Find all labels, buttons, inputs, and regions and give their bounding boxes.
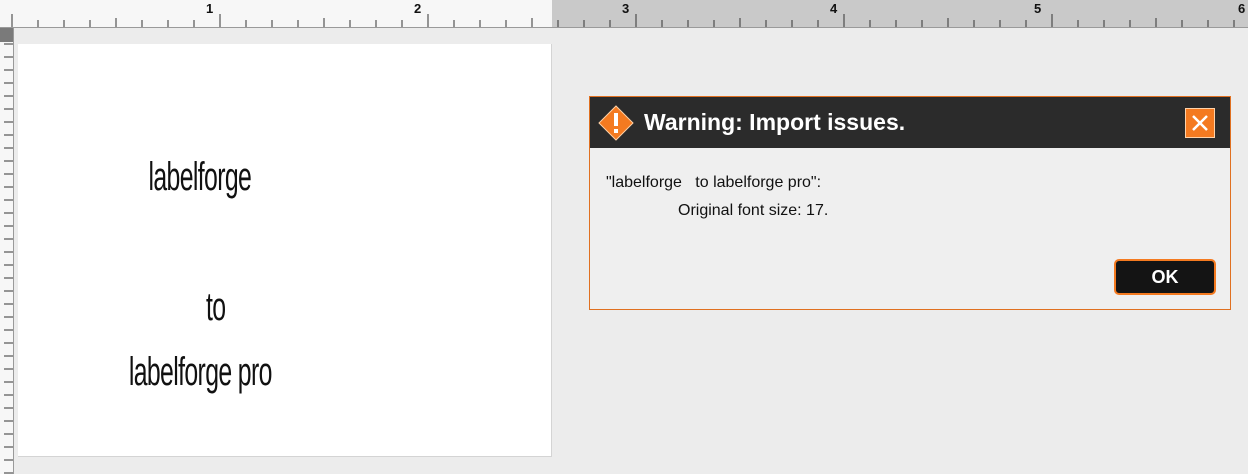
close-icon: [1192, 115, 1208, 131]
label-canvas[interactable]: labelforge to labelforge pro: [18, 44, 552, 457]
ruler-label-4: 4: [830, 1, 838, 16]
import-warning-dialog: Warning: Import issues. "labelforge to l…: [589, 96, 1231, 310]
horizontal-ruler[interactable]: 1 2 3 4 5 6: [0, 0, 1248, 28]
vertical-ruler-ticks: [4, 43, 13, 474]
dialog-message-line-2: Original font size: 17.: [678, 202, 829, 219]
dialog-message-line-1: "labelforge to labelforge pro":: [606, 174, 822, 191]
ruler-label-5: 5: [1034, 1, 1042, 16]
ruler-label-6: 6: [1238, 1, 1246, 16]
vertical-ruler[interactable]: [0, 28, 14, 474]
label-text-line-1[interactable]: labelforge: [148, 155, 251, 200]
label-text-line-2[interactable]: to: [206, 285, 226, 330]
dialog-title: Warning: Import issues.: [644, 109, 906, 135]
warning-diamond-icon: [598, 105, 634, 141]
ruler-label-1: 1: [206, 1, 214, 16]
ruler-label-2: 2: [414, 1, 422, 16]
ok-button[interactable]: OK: [1114, 259, 1216, 295]
ruler-label-3: 3: [622, 1, 630, 16]
dialog-titlebar[interactable]: Warning: Import issues.: [590, 97, 1230, 148]
label-text-line-3[interactable]: labelforge pro: [129, 350, 273, 395]
close-button[interactable]: [1185, 108, 1215, 138]
